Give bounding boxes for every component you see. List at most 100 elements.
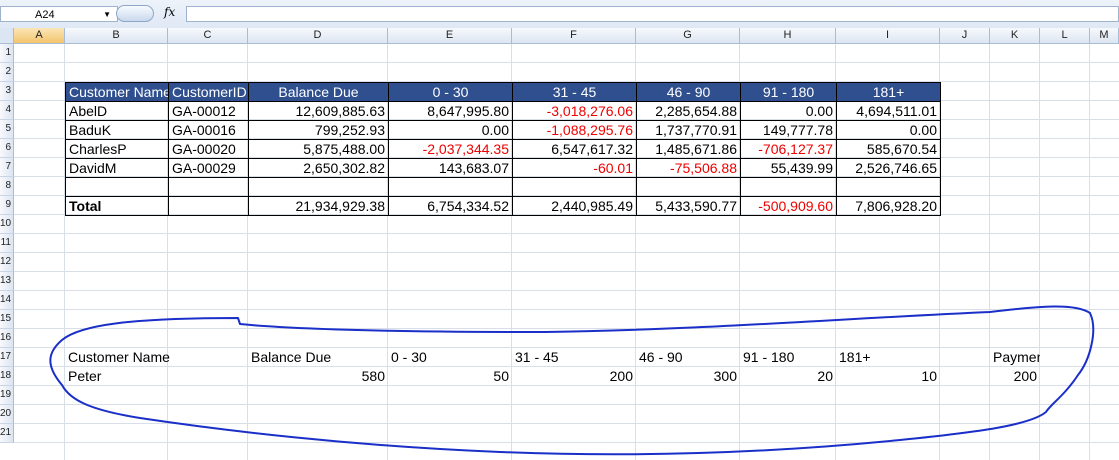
table-cell[interactable]: GA-00012 bbox=[168, 101, 248, 120]
table-header-cell[interactable]: 31 - 45 bbox=[512, 82, 636, 101]
row-header-16[interactable]: 16 bbox=[0, 329, 14, 348]
column-header-M[interactable]: M bbox=[1090, 28, 1119, 44]
table-header-cell[interactable]: 46 - 90 bbox=[636, 82, 740, 101]
lower-value-cell[interactable]: 580 bbox=[248, 367, 388, 386]
total-cell[interactable]: 21,934,929.38 bbox=[248, 196, 388, 215]
table-empty-cell[interactable] bbox=[248, 177, 388, 196]
name-box[interactable]: A24 ▼ bbox=[0, 6, 118, 22]
lower-value-cell[interactable]: 200 bbox=[512, 367, 636, 386]
lower-header-cell[interactable]: 91 - 180 bbox=[740, 348, 836, 367]
table-header-cell[interactable]: Customer Name bbox=[65, 82, 168, 101]
row-header-2[interactable]: 2 bbox=[0, 63, 14, 82]
row-header-5[interactable]: 5 bbox=[0, 120, 14, 139]
row-header-14[interactable]: 14 bbox=[0, 291, 14, 310]
lower-value-cell[interactable]: 300 bbox=[636, 367, 740, 386]
table-cell[interactable]: BaduK bbox=[65, 120, 168, 139]
lower-header-cell[interactable]: Payment bbox=[990, 348, 1040, 367]
table-empty-cell[interactable] bbox=[388, 177, 512, 196]
column-header-J[interactable]: J bbox=[940, 28, 990, 44]
column-header-K[interactable]: K bbox=[990, 28, 1040, 44]
lower-header-cell[interactable]: Balance Due bbox=[248, 348, 388, 367]
column-header-I[interactable]: I bbox=[836, 28, 940, 44]
column-header-C[interactable]: C bbox=[168, 28, 248, 44]
table-cell[interactable]: 5,875,488.00 bbox=[248, 139, 388, 158]
row-header-19[interactable]: 19 bbox=[0, 386, 14, 405]
table-empty-cell[interactable] bbox=[636, 177, 740, 196]
table-cell[interactable]: 143,683.07 bbox=[388, 158, 512, 177]
table-cell[interactable]: 12,609,885.63 bbox=[248, 101, 388, 120]
table-cell[interactable]: 4,694,511.01 bbox=[836, 101, 940, 120]
table-cell[interactable]: -3,018,276.06 bbox=[512, 101, 636, 120]
lower-header-cell[interactable]: 181+ bbox=[836, 348, 940, 367]
table-cell[interactable]: GA-00020 bbox=[168, 139, 248, 158]
table-header-cell[interactable]: 0 - 30 bbox=[388, 82, 512, 101]
table-cell[interactable]: -706,127.37 bbox=[740, 139, 836, 158]
table-cell[interactable]: -60.01 bbox=[512, 158, 636, 177]
row-header-13[interactable]: 13 bbox=[0, 272, 14, 291]
row-header-15[interactable]: 15 bbox=[0, 310, 14, 329]
table-cell[interactable]: -2,037,344.35 bbox=[388, 139, 512, 158]
table-cell[interactable]: DavidM bbox=[65, 158, 168, 177]
name-box-dropdown-icon[interactable]: ▼ bbox=[103, 7, 111, 23]
total-cell[interactable]: 2,440,985.49 bbox=[512, 196, 636, 215]
total-cell[interactable]: -500,909.60 bbox=[740, 196, 836, 215]
row-header-8[interactable]: 8 bbox=[0, 177, 14, 196]
formula-input[interactable] bbox=[186, 6, 1119, 22]
table-empty-cell[interactable] bbox=[836, 177, 940, 196]
table-cell[interactable]: CharlesP bbox=[65, 139, 168, 158]
table-cell[interactable]: 8,647,995.80 bbox=[388, 101, 512, 120]
total-cell[interactable]: 5,433,590.77 bbox=[636, 196, 740, 215]
select-all-corner[interactable] bbox=[0, 28, 14, 44]
table-cell[interactable]: GA-00016 bbox=[168, 120, 248, 139]
table-cell[interactable]: 0.00 bbox=[836, 120, 940, 139]
row-header-20[interactable]: 20 bbox=[0, 405, 14, 424]
lower-value-cell[interactable]: 10 bbox=[836, 367, 940, 386]
table-cell[interactable]: GA-00029 bbox=[168, 158, 248, 177]
table-cell[interactable]: 2,650,302.82 bbox=[248, 158, 388, 177]
row-header-12[interactable]: 12 bbox=[0, 253, 14, 272]
table-header-cell[interactable]: 181+ bbox=[836, 82, 940, 101]
column-header-B[interactable]: B bbox=[65, 28, 168, 44]
table-cell[interactable]: 6,547,617.32 bbox=[512, 139, 636, 158]
lower-value-cell[interactable]: 200 bbox=[990, 367, 1040, 386]
table-header-cell[interactable]: 91 - 180 bbox=[740, 82, 836, 101]
column-header-H[interactable]: H bbox=[740, 28, 836, 44]
row-header-6[interactable]: 6 bbox=[0, 139, 14, 158]
table-empty-cell[interactable] bbox=[512, 177, 636, 196]
lower-header-cell[interactable]: 31 - 45 bbox=[512, 348, 636, 367]
lower-value-cell[interactable]: Peter bbox=[65, 367, 248, 386]
column-header-L[interactable]: L bbox=[1040, 28, 1090, 44]
table-empty-cell[interactable] bbox=[740, 177, 836, 196]
total-cell[interactable]: 7,806,928.20 bbox=[836, 196, 940, 215]
table-header-cell[interactable]: CustomerID bbox=[168, 82, 248, 101]
formula-bar-toggle-button[interactable] bbox=[116, 5, 154, 22]
table-cell[interactable]: -1,088,295.76 bbox=[512, 120, 636, 139]
column-header-D[interactable]: D bbox=[248, 28, 388, 44]
row-header-4[interactable]: 4 bbox=[0, 101, 14, 120]
lower-header-cell[interactable]: 46 - 90 bbox=[636, 348, 740, 367]
table-cell[interactable]: 585,670.54 bbox=[836, 139, 940, 158]
column-header-E[interactable]: E bbox=[388, 28, 512, 44]
lower-value-cell[interactable]: 50 bbox=[388, 367, 512, 386]
total-cell[interactable] bbox=[168, 196, 248, 215]
table-cell[interactable]: 799,252.93 bbox=[248, 120, 388, 139]
row-header-1[interactable]: 1 bbox=[0, 44, 14, 63]
total-cell[interactable]: Total bbox=[65, 196, 168, 215]
table-cell[interactable]: 0.00 bbox=[740, 101, 836, 120]
column-header-A[interactable]: A bbox=[14, 28, 65, 44]
lower-header-cell[interactable]: Customer Name bbox=[65, 348, 248, 367]
table-cell[interactable]: 0.00 bbox=[388, 120, 512, 139]
table-cell[interactable]: 2,526,746.65 bbox=[836, 158, 940, 177]
insert-function-icon[interactable]: fx bbox=[164, 5, 175, 19]
table-cell[interactable]: AbelD bbox=[65, 101, 168, 120]
table-empty-cell[interactable] bbox=[65, 177, 168, 196]
table-cell[interactable]: -75,506.88 bbox=[636, 158, 740, 177]
column-header-G[interactable]: G bbox=[636, 28, 740, 44]
table-cell[interactable]: 149,777.78 bbox=[740, 120, 836, 139]
row-header-17[interactable]: 17 bbox=[0, 348, 14, 367]
table-cell[interactable]: 2,285,654.88 bbox=[636, 101, 740, 120]
table-cell[interactable]: 1,485,671.86 bbox=[636, 139, 740, 158]
table-header-cell[interactable]: Balance Due bbox=[248, 82, 388, 101]
row-header-21[interactable]: 21 bbox=[0, 424, 14, 443]
row-header-11[interactable]: 11 bbox=[0, 234, 14, 253]
